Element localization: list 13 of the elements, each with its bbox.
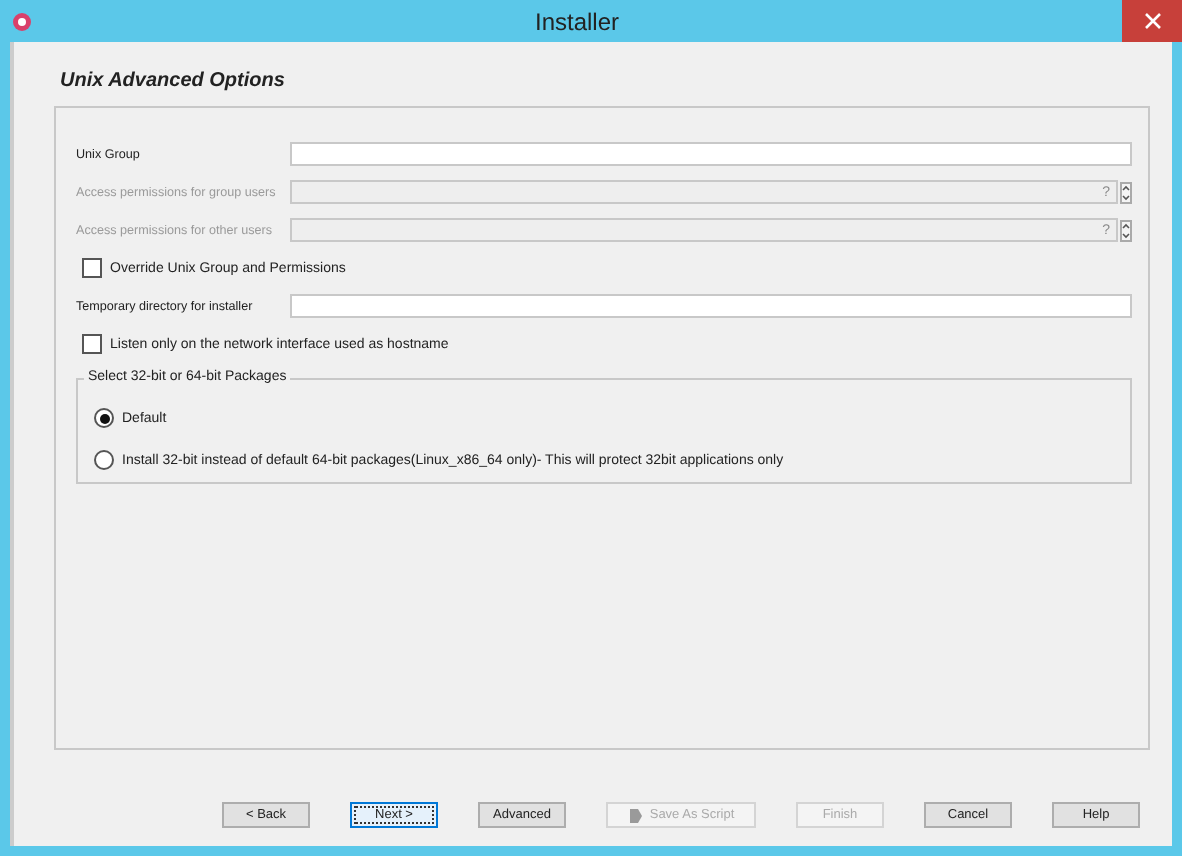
radio-button[interactable] bbox=[94, 450, 114, 470]
spinner-arrows-icon[interactable] bbox=[1120, 181, 1132, 203]
text-field[interactable] bbox=[290, 142, 1132, 166]
radio-button[interactable] bbox=[94, 408, 114, 428]
spinner-arrows-icon[interactable] bbox=[1120, 219, 1132, 241]
window-title: Installer bbox=[532, 7, 622, 35]
app-icon bbox=[12, 11, 32, 31]
checkbox[interactable] bbox=[82, 258, 102, 278]
page-heading: Unix Advanced Options bbox=[60, 70, 285, 92]
text-field[interactable] bbox=[290, 294, 1132, 318]
close-button[interactable] bbox=[1122, 0, 1182, 42]
checkbox[interactable] bbox=[82, 334, 102, 354]
close-icon bbox=[1143, 12, 1161, 30]
